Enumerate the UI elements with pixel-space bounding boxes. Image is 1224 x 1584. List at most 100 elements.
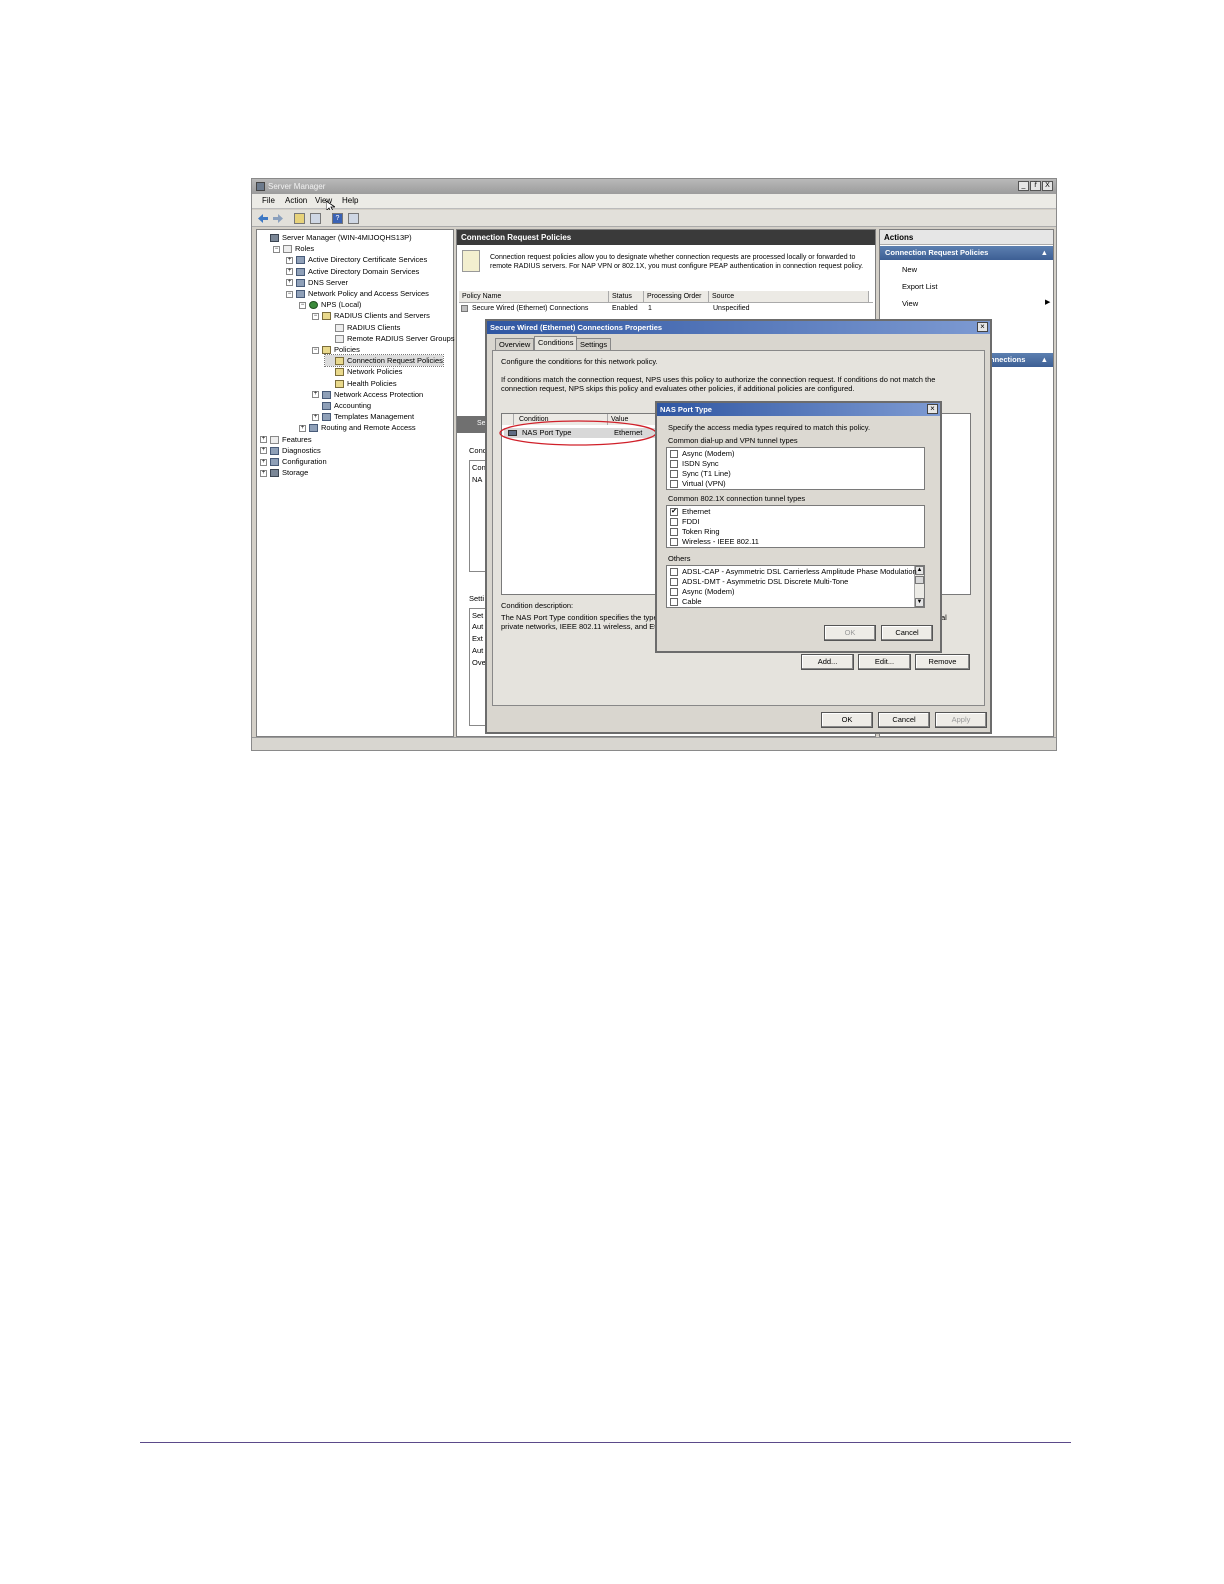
media-type-option[interactable]: ADSL-CAP - Asymmetric DSL Carrierless Am… [670, 567, 917, 577]
expand-icon[interactable]: + [312, 413, 319, 421]
nas-ok-button[interactable]: OK [824, 625, 876, 641]
tree-item[interactable]: Health Policies [325, 378, 397, 389]
checkbox[interactable] [670, 598, 678, 607]
close-button[interactable]: X [1042, 181, 1053, 191]
media-type-option[interactable]: Virtual (VPN) [670, 479, 726, 489]
minimize-button[interactable]: _ [1018, 181, 1029, 191]
expand-icon[interactable]: + [312, 391, 319, 399]
tree-item[interactable]: + DNS Server [286, 277, 348, 288]
tree-item[interactable]: + Storage [260, 467, 308, 478]
back-arrow-icon[interactable] [257, 213, 269, 224]
scroll-down-icon[interactable]: ▼ [915, 598, 924, 607]
folder-icon [335, 368, 344, 377]
checkbox[interactable] [670, 568, 678, 577]
tree-item[interactable]: Connection Request Policies [324, 354, 444, 368]
tab-overview[interactable]: Overview [495, 338, 535, 350]
tree-item[interactable]: Server Manager (WIN-4MIJOQHS13P) [260, 232, 412, 243]
tree-item[interactable]: − Policies [312, 344, 360, 355]
collapse-icon[interactable]: − [299, 301, 306, 309]
checkbox[interactable] [670, 528, 678, 537]
tree-item[interactable]: + Active Directory Domain Services [286, 266, 419, 277]
tree-item[interactable]: − NPS (Local) [299, 299, 361, 310]
lower-settings-head: Set [472, 611, 484, 620]
tree-item[interactable]: RADIUS Clients [325, 322, 400, 333]
doc-icon [335, 334, 344, 343]
media-type-option[interactable]: Async (Modem) [670, 449, 735, 459]
media-type-option[interactable]: ✔ Ethernet [670, 507, 710, 517]
tree-item[interactable]: + Network Access Protection [312, 389, 423, 400]
tree-item[interactable]: + Active Directory Certificate Services [286, 254, 427, 265]
tree-item[interactable]: Remote RADIUS Server Groups [325, 333, 455, 344]
checkbox[interactable] [670, 578, 678, 587]
media-type-option[interactable]: Wireless - IEEE 802.11 [670, 537, 759, 547]
actions-section-connection-request-policies[interactable]: Connection Request Policies ▲ [880, 246, 1053, 260]
tree-item[interactable]: + Configuration [260, 456, 327, 467]
col-status[interactable]: Status [609, 291, 644, 302]
col-source[interactable]: Source [709, 291, 869, 302]
tree-item[interactable]: + Diagnostics [260, 445, 321, 456]
col-processing-order[interactable]: Processing Order [644, 291, 709, 302]
nas-cancel-button[interactable]: Cancel [881, 625, 933, 641]
expand-icon[interactable]: + [260, 436, 267, 444]
expand-icon[interactable]: + [260, 447, 267, 455]
col-policy-name[interactable]: Policy Name [459, 291, 609, 302]
expand-icon[interactable]: + [286, 256, 293, 264]
tree-item[interactable]: Accounting [312, 400, 371, 411]
up-folder-icon[interactable] [294, 213, 305, 224]
tab-settings[interactable]: Settings [576, 338, 612, 350]
show-hide-tree-icon[interactable] [310, 213, 321, 224]
restore-button[interactable]: ř [1030, 181, 1041, 191]
expand-icon[interactable]: + [260, 469, 267, 477]
properties-close-button[interactable]: × [977, 322, 988, 332]
collapse-icon[interactable]: − [273, 245, 280, 253]
cancel-button[interactable]: Cancel [878, 712, 930, 728]
tab-conditions[interactable]: Conditions [534, 336, 578, 350]
checkbox[interactable] [670, 450, 678, 459]
checkbox-checked[interactable]: ✔ [670, 508, 678, 517]
tree-item[interactable]: + Routing and Remote Access [299, 422, 416, 433]
tree-item[interactable]: − RADIUS Clients and Servers [312, 310, 430, 321]
add-condition-button[interactable]: Add... [801, 654, 854, 670]
scroll-thumb[interactable] [915, 576, 924, 584]
tree-item[interactable]: + Templates Management [312, 411, 414, 422]
forward-arrow-icon[interactable] [272, 213, 284, 224]
tree-item[interactable]: + Features [260, 434, 312, 445]
help-icon[interactable]: ? [332, 213, 343, 224]
media-type-option[interactable]: FDDI [670, 517, 700, 527]
media-type-option[interactable]: ISDN Sync [670, 459, 719, 469]
action-new[interactable]: New [902, 265, 917, 274]
tree-item[interactable]: Network Policies [325, 366, 402, 377]
media-type-option[interactable]: Cable [670, 597, 702, 607]
nas-close-button[interactable]: × [927, 404, 938, 414]
checkbox[interactable] [670, 480, 678, 489]
checkbox[interactable] [670, 588, 678, 597]
tree-item[interactable]: − Network Policy and Access Services [286, 288, 429, 299]
checkbox[interactable] [670, 518, 678, 527]
menu-file[interactable]: File [262, 196, 275, 205]
action-export-list[interactable]: Export List [902, 282, 937, 291]
collapse-icon[interactable]: − [312, 312, 319, 320]
checkbox[interactable] [670, 470, 678, 479]
apply-button[interactable]: Apply [935, 712, 987, 728]
media-type-option[interactable]: Sync (T1 Line) [670, 469, 731, 479]
expand-icon[interactable]: + [260, 458, 267, 466]
edit-condition-button[interactable]: Edit... [858, 654, 911, 670]
media-type-option[interactable]: Async (Modem) [670, 587, 735, 597]
collapse-icon[interactable]: − [286, 290, 293, 298]
expand-icon[interactable]: + [286, 268, 293, 276]
remove-condition-button[interactable]: Remove [915, 654, 970, 670]
expand-icon[interactable]: + [286, 279, 293, 287]
menu-help[interactable]: Help [342, 196, 358, 205]
checkbox[interactable] [670, 460, 678, 469]
media-type-option[interactable]: ADSL-DMT - Asymmetric DSL Discrete Multi… [670, 577, 848, 587]
ok-button[interactable]: OK [821, 712, 873, 728]
tree-item[interactable]: − Roles [273, 243, 314, 254]
policy-row[interactable]: Secure Wired (Ethernet) Connections Enab… [459, 303, 873, 314]
action-view[interactable]: View [902, 299, 918, 308]
media-type-option[interactable]: Token Ring [670, 527, 720, 537]
properties-icon[interactable] [348, 213, 359, 224]
expand-icon[interactable]: + [299, 424, 306, 432]
collapse-icon[interactable]: − [312, 346, 319, 354]
menu-action[interactable]: Action [285, 196, 307, 205]
checkbox[interactable] [670, 538, 678, 547]
